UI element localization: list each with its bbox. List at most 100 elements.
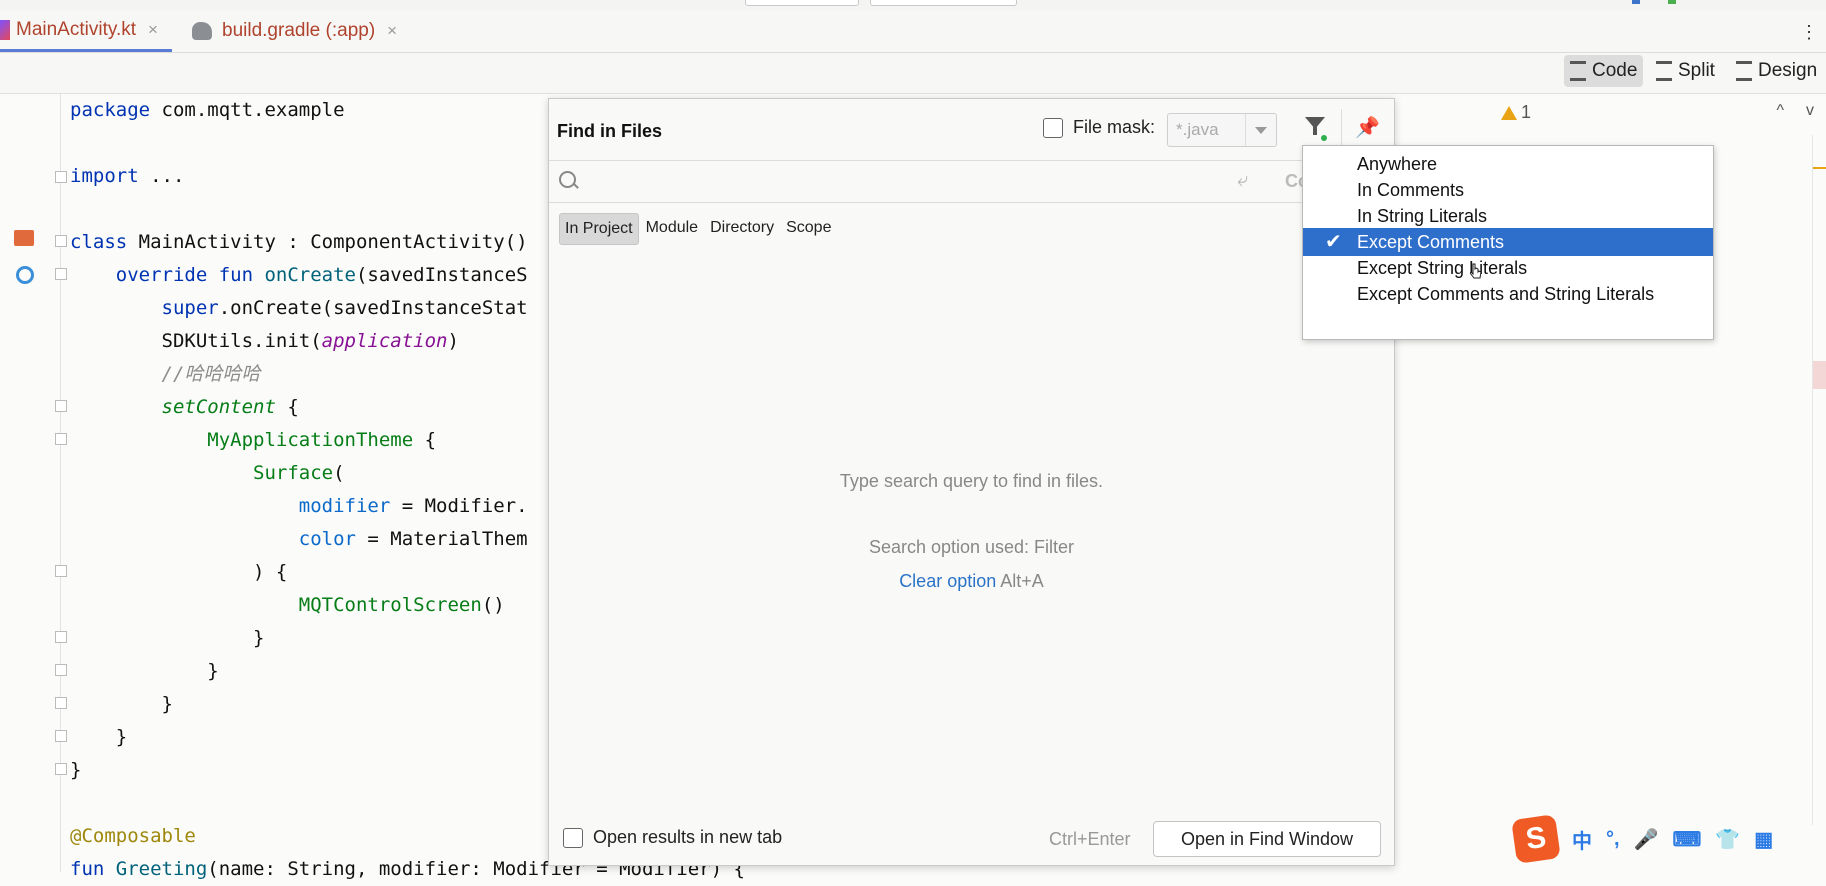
code-token: //哈哈哈哈: [70, 363, 261, 385]
code-token: package: [70, 99, 162, 121]
split-view-button[interactable]: Split: [1650, 55, 1721, 87]
tab-scope[interactable]: Scope: [781, 213, 836, 245]
code-token: super: [70, 297, 219, 319]
file-mask-checkbox[interactable]: [1043, 117, 1063, 138]
editor-tabs: MainActivity.kt × build.gradle (:app) × …: [0, 10, 1826, 53]
file-mask-combo[interactable]: *.java: [1167, 113, 1277, 147]
fold-marker[interactable]: [55, 400, 67, 412]
hand-cursor-icon: [1470, 263, 1482, 279]
code-token: Surface: [253, 462, 334, 484]
menu-item-label: In String Literals: [1357, 206, 1488, 226]
tab-label: MainActivity.kt: [16, 18, 137, 40]
code-token: }: [70, 759, 82, 781]
code-token: import: [70, 165, 151, 187]
menu-item-except-string-literals[interactable]: Except String Literals: [1303, 254, 1713, 282]
menu-item-except-comments[interactable]: ✔ Except Comments: [1303, 228, 1713, 256]
menu-item-except-comments-and-string-literals[interactable]: Except Comments and String Literals: [1303, 280, 1713, 308]
code-view-icon: [1570, 61, 1586, 81]
menu-item-in-string-literals[interactable]: In String Literals: [1303, 202, 1713, 230]
code-token: MQTControlScreen: [298, 594, 482, 616]
newline-icon[interactable]: ⤶: [1237, 169, 1248, 192]
chevron-down-icon[interactable]: v: [1806, 102, 1814, 120]
fold-marker[interactable]: [55, 697, 67, 709]
find-in-files-dialog: Find in Files File mask: *.java 📌 ⤶ Cc I…: [548, 98, 1395, 866]
code-token: color: [298, 528, 356, 550]
code-token: onCreate: [264, 264, 356, 286]
code-token: MainActivity : ComponentActivity(): [138, 231, 528, 253]
open-new-tab-toggle[interactable]: Open results in new tab: [563, 827, 782, 848]
code-token: modifier: [298, 495, 391, 517]
filter-dropdown-menu: Anywhere In Comments In String Literals ✔ Ex…: [1302, 145, 1714, 340]
microphone-icon[interactable]: 🎤: [1634, 827, 1659, 852]
punctuation-icon[interactable]: °,: [1606, 828, 1620, 851]
skin-icon[interactable]: 👕: [1715, 827, 1740, 852]
code-token: override fun: [70, 264, 265, 286]
filter-icon-stem: [1313, 127, 1317, 135]
fold-marker[interactable]: [55, 664, 67, 676]
fold-marker[interactable]: [55, 235, 67, 247]
kotlin-file-icon: [0, 19, 10, 40]
code-token: ) {: [70, 561, 288, 583]
code-token: SDKUtils.init(: [70, 330, 322, 352]
fold-marker[interactable]: [55, 631, 67, 643]
code-token: (): [481, 594, 505, 616]
close-icon[interactable]: ×: [387, 21, 397, 41]
error-marker[interactable]: [1813, 361, 1826, 389]
tab-directory[interactable]: Directory: [705, 213, 779, 245]
chevron-down-icon[interactable]: [1245, 114, 1276, 146]
more-tabs-icon[interactable]: ⋮: [1800, 22, 1818, 43]
tab-build-gradle[interactable]: build.gradle (:app) ×: [192, 10, 397, 52]
tab-in-project[interactable]: In Project: [559, 213, 639, 245]
close-icon[interactable]: ×: [148, 20, 158, 40]
fold-marker[interactable]: [55, 171, 67, 183]
code-view-label: Code: [1592, 60, 1638, 81]
toolbar-icon[interactable]: [1632, 0, 1640, 4]
design-view-button[interactable]: Design: [1730, 55, 1823, 87]
code-view-button[interactable]: Code: [1564, 55, 1644, 87]
layout-preview-icon[interactable]: [14, 230, 34, 246]
clear-option-link[interactable]: Clear option: [899, 571, 996, 591]
menu-item-anywhere[interactable]: Anywhere: [1303, 150, 1713, 178]
editor-gutter: [0, 94, 67, 872]
fold-marker[interactable]: [55, 730, 67, 742]
fold-marker[interactable]: [55, 763, 67, 775]
code-token: {: [275, 396, 299, 418]
file-mask-value: *.java: [1176, 120, 1219, 139]
fold-marker[interactable]: [55, 268, 67, 280]
fold-marker[interactable]: [55, 433, 67, 445]
menu-item-in-comments[interactable]: In Comments: [1303, 176, 1713, 204]
code-token: ...: [150, 165, 185, 187]
dialog-title: Find in Files: [557, 121, 663, 141]
divider: [549, 202, 1394, 203]
pin-icon[interactable]: 📌: [1355, 115, 1380, 140]
code-token: setContent: [161, 396, 276, 418]
toolbox-icon[interactable]: ▦: [1754, 827, 1773, 852]
chevron-up-icon[interactable]: ^: [1776, 102, 1784, 120]
design-view-icon: [1736, 61, 1752, 81]
tab-module[interactable]: Module: [641, 213, 703, 245]
run-config-combo[interactable]: [745, 0, 859, 6]
device-combo[interactable]: [870, 0, 1017, 6]
keyboard-icon[interactable]: ⌨: [1672, 827, 1701, 852]
menu-item-label: Except String Literals: [1357, 258, 1528, 278]
sogou-logo-icon[interactable]: S: [1511, 814, 1561, 864]
file-mask-toggle[interactable]: File mask:: [1043, 117, 1155, 138]
editor-scrollbar[interactable]: [1812, 135, 1826, 825]
toolbar-icon[interactable]: [1668, 0, 1676, 4]
open-in-find-window-button[interactable]: Open in Find Window: [1153, 821, 1381, 857]
tab-mainactivity[interactable]: MainActivity.kt ×: [0, 10, 172, 52]
warning-marker[interactable]: [1813, 167, 1826, 169]
warning-icon: [1500, 105, 1517, 120]
fold-marker[interactable]: [55, 565, 67, 577]
search-field[interactable]: ⤶ Cc: [549, 161, 1394, 201]
empty-hint: Type search query to find in files.: [839, 471, 1104, 491]
inspection-widget[interactable]: 1: [1500, 102, 1531, 123]
search-icon[interactable]: [559, 171, 576, 188]
open-new-tab-checkbox[interactable]: [563, 827, 583, 848]
chinese-mode-icon[interactable]: 中: [1572, 825, 1592, 854]
code-token: = Modifier.: [390, 495, 528, 517]
override-method-icon[interactable]: [16, 266, 34, 284]
